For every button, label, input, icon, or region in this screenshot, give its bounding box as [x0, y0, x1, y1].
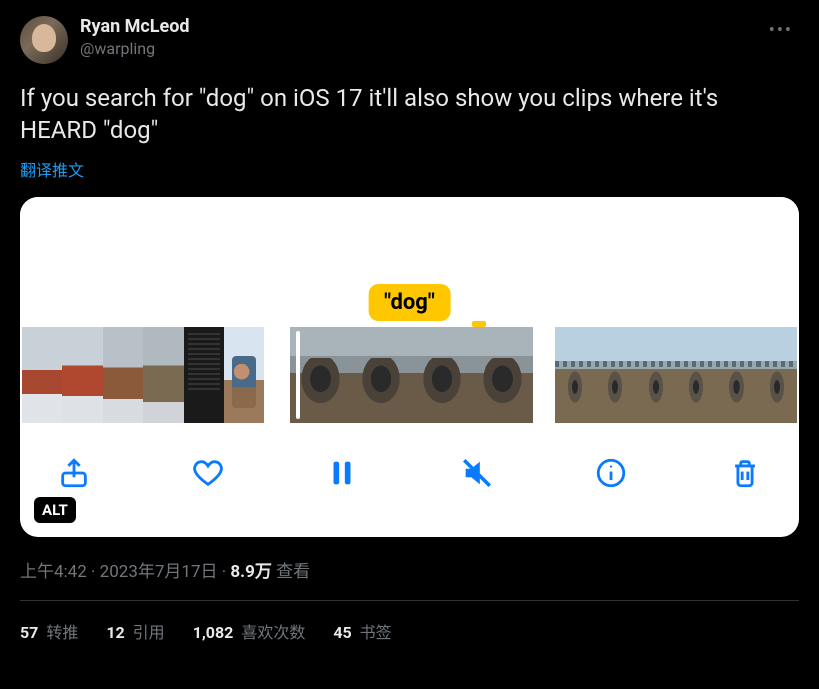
likes-stat[interactable]: 1,082 喜欢次数	[193, 619, 306, 643]
clip-frame	[224, 327, 264, 423]
clip-frame	[757, 327, 797, 423]
tweet-date[interactable]: 2023年7月17日	[100, 562, 218, 582]
clip-frame	[676, 327, 716, 423]
tweet-header: Ryan McLeod @warpling •••	[20, 16, 799, 64]
clip-frame	[143, 327, 183, 423]
heart-icon[interactable]	[188, 453, 228, 493]
clip-group-2[interactable]	[286, 327, 532, 423]
tweet-time[interactable]: 上午4:42	[20, 562, 87, 582]
clip-frame	[595, 327, 635, 423]
share-icon[interactable]	[54, 453, 94, 493]
caption-pill: "dog"	[368, 284, 451, 321]
mute-icon[interactable]	[457, 453, 497, 493]
translate-link[interactable]: 翻译推文	[20, 157, 84, 181]
views-count: 8.9万	[230, 562, 271, 582]
clip-frame	[22, 327, 62, 423]
author-names[interactable]: Ryan McLeod @warpling	[80, 16, 190, 58]
clip-frame	[184, 327, 224, 423]
media-top-area: "dog"	[20, 197, 799, 327]
retweets-stat[interactable]: 57 转推	[20, 619, 78, 643]
views-label: 查看	[272, 562, 310, 582]
avatar[interactable]	[20, 16, 68, 64]
clip-frame	[716, 327, 756, 423]
quotes-stat[interactable]: 12 引用	[106, 619, 164, 643]
trash-icon[interactable]	[725, 453, 765, 493]
clip-group-1[interactable]	[22, 327, 264, 423]
clip-frame	[290, 327, 351, 423]
media-card[interactable]: "dog"	[20, 197, 799, 537]
clip-frame	[555, 327, 595, 423]
pause-icon[interactable]	[322, 453, 362, 493]
clip-group-3[interactable]	[555, 327, 797, 423]
bookmarks-stat[interactable]: 45 书签	[333, 619, 391, 643]
display-name: Ryan McLeod	[80, 16, 190, 37]
clip-frame	[635, 327, 675, 423]
clip-frame	[103, 327, 143, 423]
clip-frame	[62, 327, 102, 423]
alt-badge[interactable]: ALT	[34, 497, 76, 523]
tweet-text: If you search for "dog" on iOS 17 it'll …	[20, 82, 799, 147]
tweet-container: Ryan McLeod @warpling ••• If you search …	[0, 0, 819, 643]
handle: @warpling	[80, 39, 190, 58]
clip-frame	[472, 327, 533, 423]
clip-frame	[411, 327, 472, 423]
clip-frame	[351, 327, 412, 423]
tweet-stats: 57 转推 12 引用 1,082 喜欢次数 45 书签	[20, 601, 799, 643]
media-toolbar	[20, 423, 799, 523]
info-icon[interactable]	[591, 453, 631, 493]
filmstrip[interactable]	[20, 327, 799, 423]
more-options-button[interactable]: •••	[763, 16, 799, 45]
tweet-meta: 上午4:42 · 2023年7月17日 · 8.9万 查看	[20, 557, 799, 582]
